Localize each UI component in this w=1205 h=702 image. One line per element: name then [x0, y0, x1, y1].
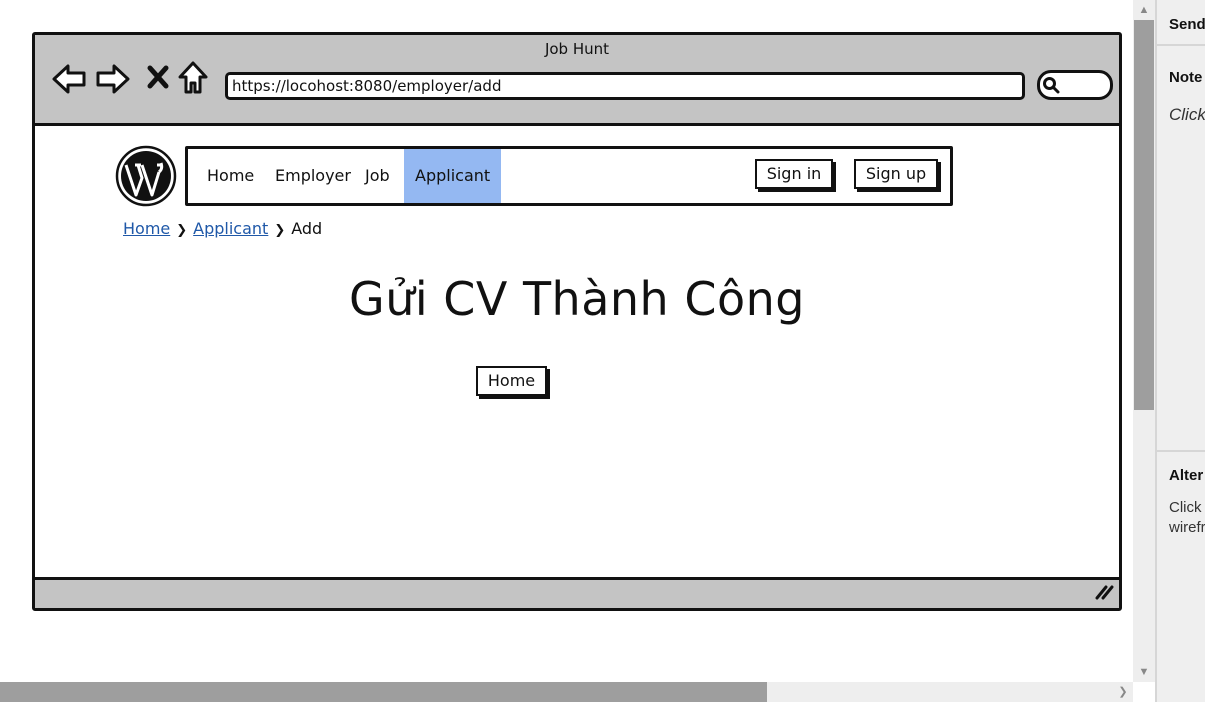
breadcrumb-home-link[interactable]: Home	[123, 219, 170, 238]
browser-statusbar	[35, 577, 1119, 608]
breadcrumb-applicant-link[interactable]: Applicant	[193, 219, 268, 238]
panel-send-title[interactable]: Send	[1169, 16, 1205, 33]
vertical-scrollbar[interactable]: ▲ ▼	[1133, 0, 1155, 682]
panel-alternates-line2: wirefr	[1169, 519, 1205, 536]
home-icon[interactable]	[177, 60, 209, 101]
panel-divider	[1157, 44, 1205, 46]
panel-notes-text[interactable]: Click	[1169, 105, 1205, 125]
vertical-scroll-thumb[interactable]	[1134, 20, 1154, 410]
top-navbar: Home Employer Job Applicant Sign in Sign…	[185, 146, 953, 206]
page-title: Gửi CV Thành Công	[349, 272, 805, 326]
search-icon	[1042, 76, 1060, 99]
scroll-right-icon[interactable]: ❯	[1113, 682, 1133, 702]
panel-notes-title: Note	[1169, 69, 1203, 86]
nav-item-job[interactable]: Job	[365, 149, 390, 203]
nav-item-employer[interactable]: Employer	[275, 149, 351, 203]
resize-grip-icon[interactable]	[1093, 581, 1115, 606]
panel-divider	[1157, 450, 1205, 452]
nav-item-applicant[interactable]: Applicant	[404, 149, 502, 203]
forward-arrow-icon[interactable]	[95, 62, 131, 101]
sign-up-button[interactable]: Sign up	[854, 159, 938, 189]
horizontal-scroll-thumb[interactable]	[0, 682, 767, 702]
sign-in-button[interactable]: Sign in	[755, 159, 833, 189]
close-icon[interactable]	[146, 64, 170, 95]
breadcrumb: Home ❯ Applicant ❯ Add	[123, 219, 322, 238]
browser-titlebar: Job Hunt https://locohost:8080/employer/…	[35, 35, 1119, 126]
chevron-right-icon: ❯	[176, 223, 188, 238]
window-title: Job Hunt	[544, 40, 610, 58]
horizontal-scrollbar[interactable]: ❯	[0, 682, 1133, 702]
address-bar[interactable]: https://locohost:8080/employer/add	[225, 72, 1025, 100]
browser-window: Job Hunt https://locohost:8080/employer/…	[32, 32, 1122, 611]
nav-item-home[interactable]: Home	[207, 149, 254, 203]
browser-search-box[interactable]	[1037, 70, 1113, 100]
scroll-down-icon[interactable]: ▼	[1133, 662, 1155, 682]
chevron-right-icon: ❯	[274, 223, 286, 238]
home-button[interactable]: Home	[476, 366, 547, 396]
right-side-panel: Send Note Click Alter Click ' wirefr	[1155, 0, 1205, 702]
wordpress-logo-icon	[115, 145, 177, 212]
scroll-up-icon[interactable]: ▲	[1133, 0, 1155, 20]
panel-alternates-title: Alter	[1169, 467, 1204, 484]
panel-alternates-line1: Click '	[1169, 499, 1205, 516]
back-arrow-icon[interactable]	[51, 62, 87, 101]
breadcrumb-current: Add	[291, 219, 323, 238]
